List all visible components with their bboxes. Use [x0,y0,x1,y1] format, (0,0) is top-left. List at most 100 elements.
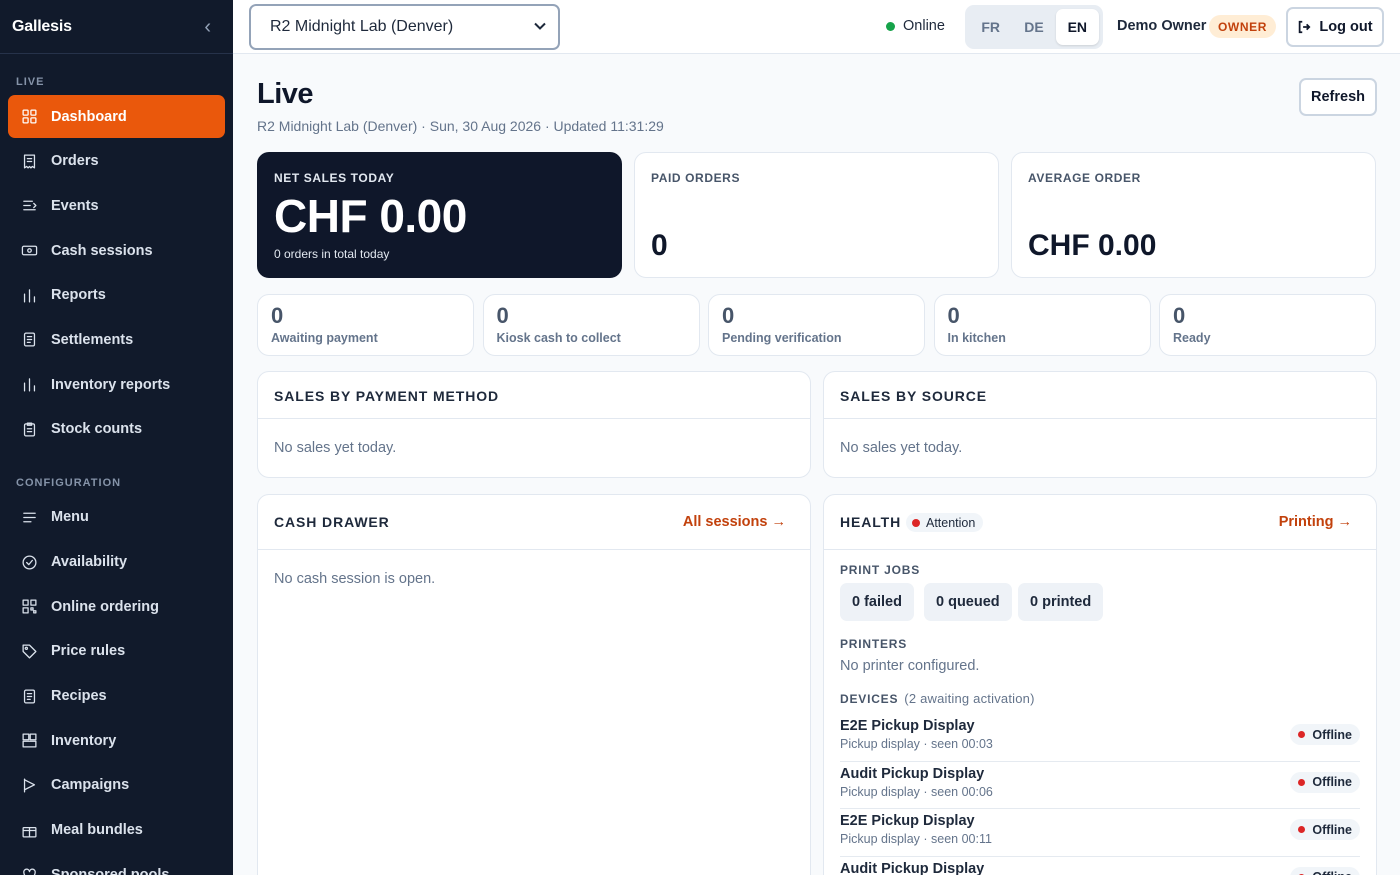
empty-message: No sales yet today. [840,440,963,456]
print-jobs-printed: 0 printed [1018,583,1104,621]
page-subtitle: R2 Midnight Lab (Denver) · Sun, 30 Aug 2… [257,118,664,134]
panel-title: HEALTH [840,514,902,530]
sidebar-item-label: Online ordering [51,598,159,615]
sidebar-item-label: Dashboard [51,108,127,125]
section-label-configuration: CONFIGURATION [16,476,122,489]
print-jobs-queued: 0 queued [924,583,1012,621]
sidebar-item-label: Settlements [51,331,134,348]
qr-icon [20,598,38,616]
paid-orders-card: PAID ORDERS 0 [634,152,999,278]
sidebar-item-orders[interactable]: Orders [8,140,225,183]
section-label-live: LIVE [16,76,45,88]
sidebar-item-reports[interactable]: Reports [8,274,225,317]
logout-icon [1299,20,1311,34]
all-sessions-link[interactable]: All sessions → [683,514,786,530]
stat-label: Pending verification [722,331,842,345]
location-select[interactable]: R2 Midnight Lab (Denver) [249,4,560,50]
sidebar-item-settlements[interactable]: Settlements [8,318,225,361]
device-status-label: Offline [1312,870,1352,875]
offline-dot-icon [1298,826,1306,833]
sidebar-item-online-ordering[interactable]: Online ordering [8,585,225,628]
document-icon [20,687,38,705]
page-title: Live [257,78,314,110]
connection-status: Online [886,18,945,34]
sidebar-item-events[interactable]: Events [8,184,225,227]
printers-empty: No printer configured. [840,658,980,674]
events-icon [20,197,38,215]
net-sales-label: NET SALES TODAY [274,171,395,185]
sidebar-item-cash-sessions[interactable]: Cash sessions [8,229,225,272]
paid-orders-value: 0 [651,229,668,262]
device-status-badge: Offline [1290,771,1360,793]
stat-value: 0 [1173,303,1186,328]
sidebar-item-campaigns[interactable]: Campaigns [8,764,225,807]
panel-header: SALES BY SOURCE [824,372,1376,419]
device-row: Audit Pickup Display Offline [840,857,1360,875]
device-detail: Pickup display · seen 00:11 [840,832,992,846]
stat-value: 0 [722,303,735,328]
sidebar-item-sponsored-pools[interactable]: Sponsored pools [8,853,225,875]
bar-chart-icon [20,376,38,394]
printing-link[interactable]: Printing → [1279,514,1352,530]
stat-label: In kitchen [947,331,1006,345]
logout-button[interactable]: Log out [1286,7,1384,47]
refresh-button[interactable]: Refresh [1299,78,1377,116]
offline-dot-icon [1298,778,1306,786]
empty-message: No cash session is open. [274,571,436,587]
panel-header: HEALTH Attention Printing → [824,495,1376,550]
flag-icon [20,776,38,794]
role-badge: OWNER [1209,15,1276,38]
panel-title: SALES BY SOURCE [840,388,988,404]
sidebar-item-label: Meal bundles [51,822,143,839]
main-content: Live R2 Midnight Lab (Denver) · Sun, 30 … [233,54,1400,875]
stat-label: Awaiting payment [271,331,378,345]
offline-dot-icon [1298,731,1306,738]
tag-icon [20,642,38,660]
device-row: Audit Pickup Display Pickup display · see… [840,762,1360,809]
sidebar-item-dashboard[interactable]: Dashboard [8,95,225,138]
language-switcher: FR DE EN [965,5,1103,49]
device-status-badge: Offline [1290,724,1360,745]
sidebar-item-availability[interactable]: Availability [8,541,225,584]
panel-title: SALES BY PAYMENT METHOD [274,388,500,404]
sidebar-item-stock-counts[interactable]: Stock counts [8,408,225,451]
stat-ready: 0 Ready [1159,294,1376,356]
sidebar-item-price-rules[interactable]: Price rules [8,630,225,673]
cash-icon [20,242,38,260]
average-order-card: AVERAGE ORDER CHF 0.00 [1011,152,1376,278]
app-logo: Gallesis [12,17,72,35]
bar-chart-icon [20,286,38,304]
language-fr-button[interactable]: FR [969,9,1012,45]
sidebar-item-label: Events [51,197,99,214]
sidebar-item-label: Price rules [51,643,126,660]
sidebar-item-inventory[interactable]: Inventory [8,719,225,762]
sidebar-item-label: Sponsored pools [51,866,170,875]
sidebar-item-recipes[interactable]: Recipes [8,675,225,718]
sidebar: Gallesis ‹ LIVE Dashboard Orders Events Cas… [0,0,233,875]
gift-icon [20,821,38,839]
brand-bar: Gallesis ‹ [0,0,233,54]
cash-drawer-panel: CASH DRAWER All sessions → No cash sessi… [257,494,811,875]
stat-pending-verification: 0 Pending verification [708,294,925,356]
sidebar-item-label: Orders [51,153,99,170]
config-nav: Menu Availability Online ordering Price rul… [0,496,233,875]
sidebar-item-label: Inventory reports [51,376,171,393]
language-de-button[interactable]: DE [1012,9,1055,45]
sidebar-item-menu[interactable]: Menu [8,496,225,539]
language-en-button[interactable]: EN [1055,9,1099,45]
device-status-label: Offline [1312,727,1352,742]
logout-label: Log out [1319,19,1373,35]
stat-kiosk-cash: 0 Kiosk cash to collect [482,294,700,356]
collapse-sidebar-icon[interactable]: ‹ [204,17,211,37]
live-nav: Dashboard Orders Events Cash sessions Report… [0,95,233,451]
health-panel: HEALTH Attention Printing → PRINT JOBS 0… [823,494,1377,875]
devices-label: DEVICES [840,692,899,706]
sidebar-item-inventory-reports[interactable]: Inventory reports [8,363,225,406]
receipt-icon [20,152,38,170]
user-name: Demo Owner [1117,18,1207,34]
empty-message: No sales yet today. [274,440,397,456]
device-row: E2E Pickup Display Pickup display · seen … [840,714,1360,762]
sidebar-item-meal-bundles[interactable]: Meal bundles [8,809,225,852]
net-sales-card: NET SALES TODAY CHF 0.00 0 orders in tot… [257,152,622,278]
panel-header: CASH DRAWER All sessions → [258,495,810,550]
